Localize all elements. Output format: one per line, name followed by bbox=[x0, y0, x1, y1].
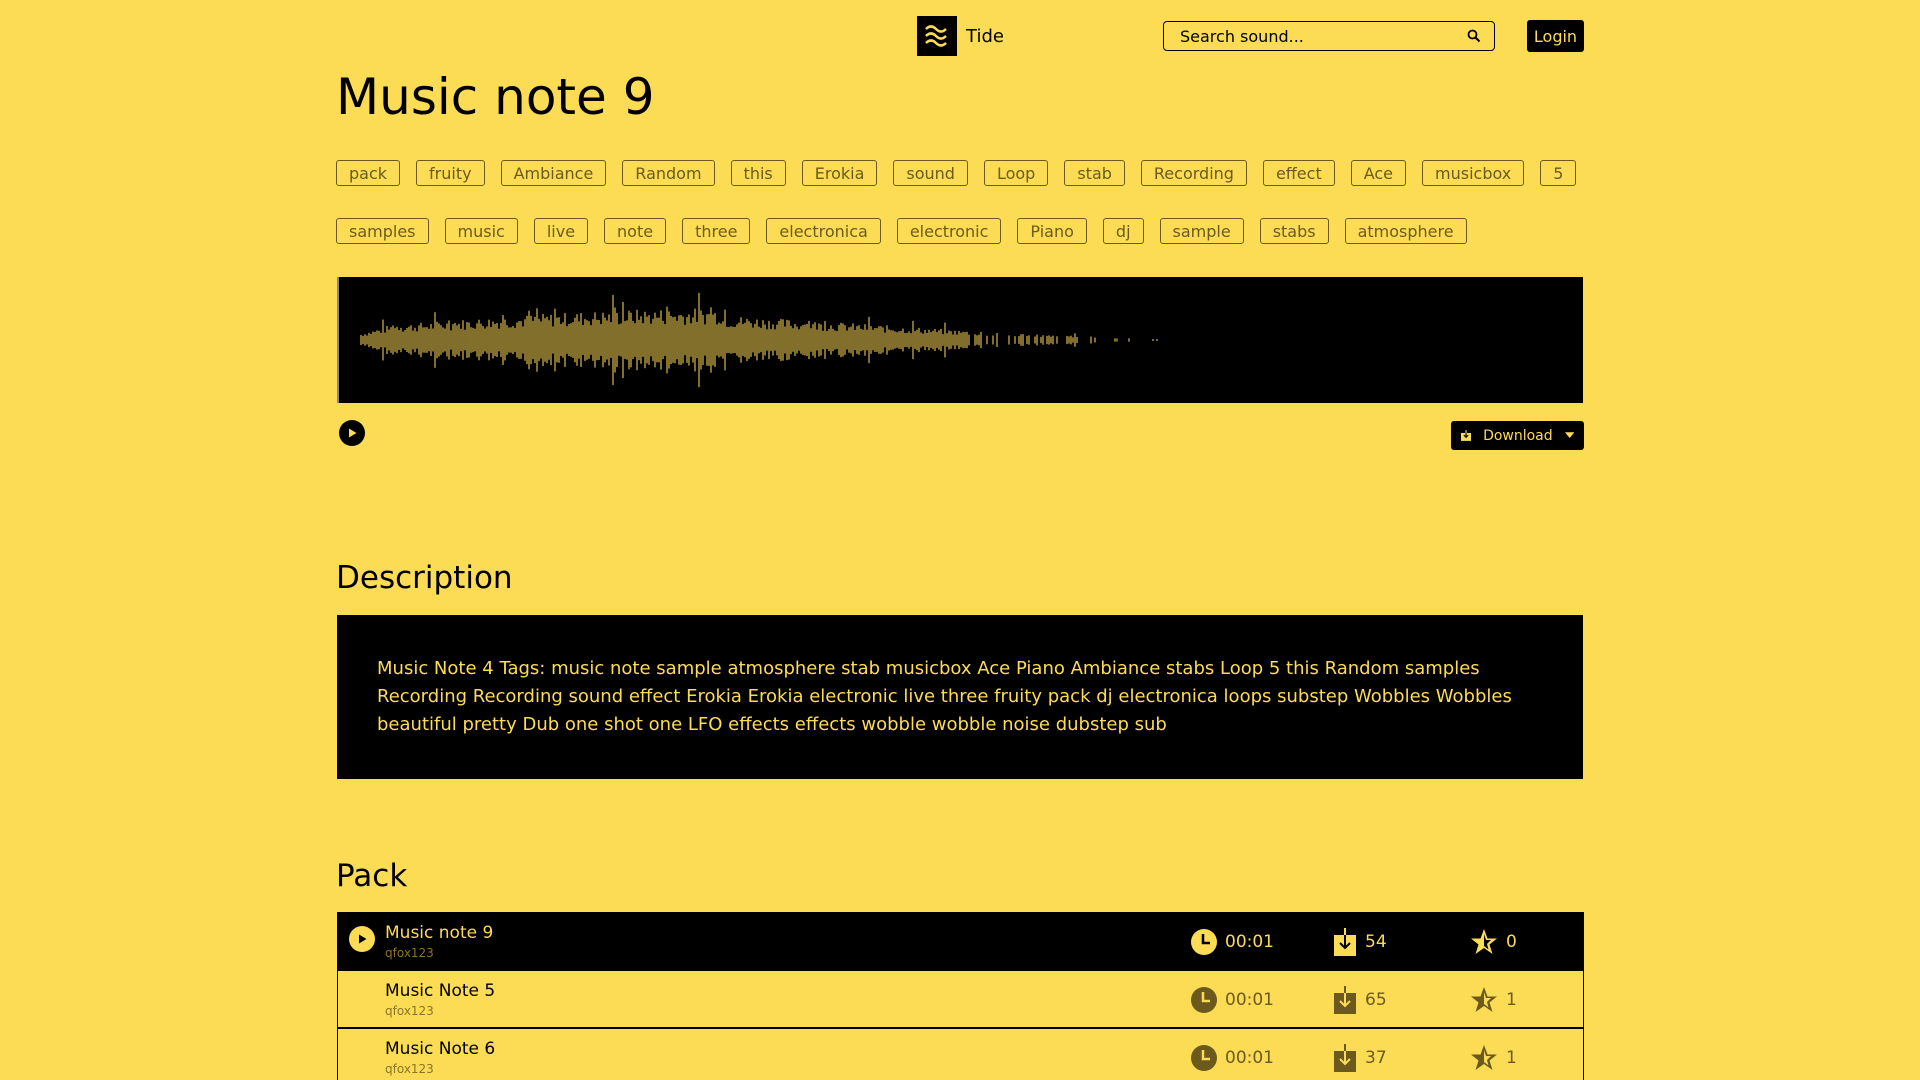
tag-link[interactable]: Ambiance bbox=[500, 160, 607, 186]
tag-link[interactable]: effect bbox=[1262, 160, 1335, 186]
tag-link[interactable]: note bbox=[604, 218, 667, 244]
pack-row[interactable]: Music note 9 qfox123 00:01 54 0 bbox=[337, 912, 1584, 970]
rating: 1 bbox=[1470, 971, 1517, 1029]
tag-link[interactable]: stabs bbox=[1259, 218, 1329, 244]
play-icon bbox=[349, 428, 357, 438]
download-icon bbox=[1334, 986, 1356, 1014]
star-icon bbox=[1471, 929, 1497, 954]
star-icon bbox=[1471, 1045, 1497, 1070]
star-icon bbox=[1471, 987, 1497, 1012]
tag-link[interactable]: Recording bbox=[1140, 160, 1247, 186]
rating: 0 bbox=[1470, 913, 1517, 971]
chevron-down-icon[interactable] bbox=[1564, 431, 1574, 440]
search-icon[interactable] bbox=[1466, 28, 1482, 44]
sound-name[interactable]: Music Note 5 bbox=[385, 981, 495, 1001]
download-icon bbox=[1334, 1044, 1356, 1072]
tag-link[interactable]: Erokia bbox=[801, 160, 878, 186]
clock-icon bbox=[1191, 987, 1217, 1013]
tag-link[interactable]: 5 bbox=[1540, 160, 1577, 186]
tag-link[interactable]: musicbox bbox=[1422, 160, 1525, 186]
logo[interactable]: Tide bbox=[917, 16, 1004, 56]
play-button[interactable] bbox=[349, 926, 375, 952]
login-button[interactable]: Login bbox=[1527, 20, 1584, 52]
play-button[interactable] bbox=[339, 420, 365, 446]
tag-link[interactable]: Loop bbox=[983, 160, 1049, 186]
pack-list: Music note 9 qfox123 00:01 54 0 Music No… bbox=[337, 912, 1584, 1080]
pack-heading: Pack bbox=[336, 858, 408, 894]
sound-name[interactable]: Music note 9 bbox=[385, 923, 493, 943]
tag-list: pack fruity Ambiance Random this Erokia sound L… bbox=[336, 160, 1586, 244]
search-box bbox=[1163, 21, 1495, 51]
duration: 00:01 bbox=[1191, 971, 1274, 1029]
tag-link[interactable]: fruity bbox=[416, 160, 485, 186]
play-icon bbox=[359, 934, 367, 944]
tag-link[interactable]: samples bbox=[336, 218, 429, 244]
tag-link[interactable]: music bbox=[444, 218, 518, 244]
sound-user[interactable]: qfox123 bbox=[385, 1062, 434, 1076]
sound-user[interactable]: qfox123 bbox=[385, 946, 434, 960]
waveform[interactable] bbox=[337, 277, 1583, 403]
tag-link[interactable]: Random bbox=[622, 160, 715, 186]
sound-user[interactable]: qfox123 bbox=[385, 1004, 434, 1018]
tag-link[interactable]: stab bbox=[1064, 160, 1125, 186]
downloads: 54 bbox=[1333, 913, 1387, 971]
description-text: Music Note 4 Tags: music note sample atm… bbox=[337, 615, 1583, 779]
tag-link[interactable]: sample bbox=[1159, 218, 1244, 244]
tag-link[interactable]: sound bbox=[893, 160, 968, 186]
sound-name[interactable]: Music Note 6 bbox=[385, 1039, 495, 1059]
search-input[interactable] bbox=[1180, 26, 1466, 46]
app-name: Tide bbox=[966, 25, 1004, 47]
download-label: Download bbox=[1483, 427, 1553, 444]
tag-link[interactable]: atmosphere bbox=[1344, 218, 1467, 244]
page-title: Music note 9 bbox=[336, 68, 655, 126]
pack-row[interactable]: Music Note 5 qfox123 00:01 65 1 bbox=[337, 970, 1584, 1028]
waves-icon bbox=[917, 16, 957, 56]
tag-link[interactable]: Ace bbox=[1350, 160, 1407, 186]
duration: 00:01 bbox=[1191, 913, 1274, 971]
tag-link[interactable]: electronica bbox=[766, 218, 881, 244]
tag-link[interactable]: dj bbox=[1102, 218, 1144, 244]
tag-link[interactable]: electronic bbox=[896, 218, 1002, 244]
tag-link[interactable]: live bbox=[533, 218, 589, 244]
pack-row[interactable]: Music Note 6 qfox123 00:01 37 1 bbox=[337, 1028, 1584, 1080]
downloads: 37 bbox=[1333, 1029, 1387, 1080]
tag-link[interactable]: Piano bbox=[1017, 218, 1087, 244]
rating: 1 bbox=[1470, 1029, 1517, 1080]
duration: 00:01 bbox=[1191, 1029, 1274, 1080]
downloads: 65 bbox=[1333, 971, 1387, 1029]
tag-link[interactable]: pack bbox=[336, 160, 401, 186]
download-icon bbox=[1334, 928, 1356, 956]
top-header: Tide Login bbox=[0, 0, 1920, 70]
download-button[interactable]: Download bbox=[1451, 421, 1584, 450]
clock-icon bbox=[1191, 929, 1217, 955]
tag-link[interactable]: three bbox=[682, 218, 751, 244]
description-heading: Description bbox=[336, 560, 513, 596]
download-icon bbox=[1461, 430, 1472, 441]
tag-link[interactable]: this bbox=[730, 160, 786, 186]
clock-icon bbox=[1191, 1045, 1217, 1071]
